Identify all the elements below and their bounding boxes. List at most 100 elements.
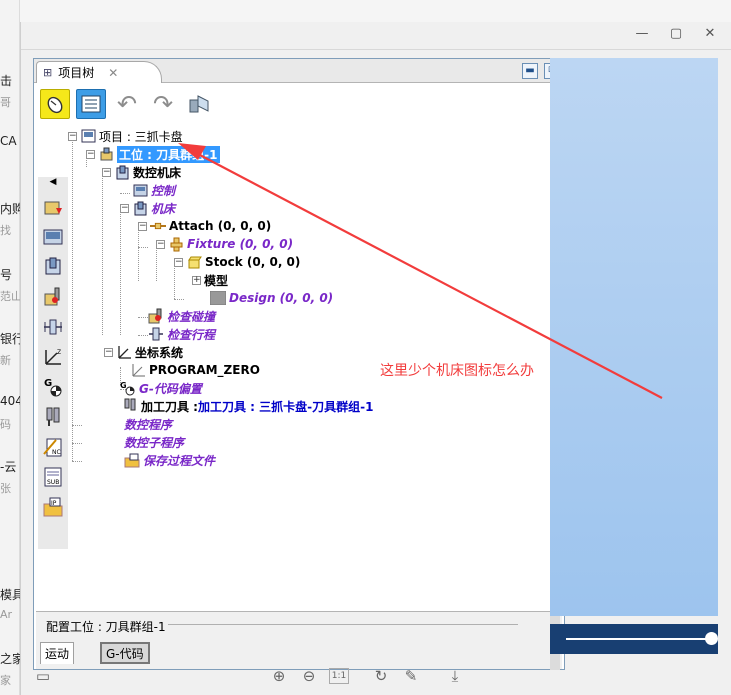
redo-icon[interactable]: ↷ (148, 89, 178, 119)
sub-icon[interactable]: SUB (40, 464, 66, 490)
bg-fragment-sub: 码 (0, 418, 11, 431)
bg-fragment: -云 (0, 460, 17, 474)
tree-node-collision-check[interactable]: 检查碰撞 (148, 307, 215, 325)
tree-node-control[interactable]: 控制 (132, 181, 175, 199)
tool-icon (122, 398, 138, 414)
ip-icon[interactable]: IP (40, 494, 66, 520)
panel-tab-bar: ⊞ 项目树 ✕ ▬ ⧉ (34, 59, 564, 83)
collapse-toggle[interactable]: − (102, 167, 111, 177)
tree-node-travel-check[interactable]: 检查行程 (148, 325, 215, 343)
tree-node-save-process[interactable]: 保存过程文件 (124, 451, 215, 469)
tree-label: 保存过程文件 (143, 453, 216, 468)
svg-text:Z: Z (57, 349, 61, 356)
viewer-toolbar: ▭ ⊕ ⊖ 1:1 ↻ ✎ ⤓ (21, 658, 731, 695)
tree-label: Design (0, 0, 0) (229, 291, 334, 305)
machine-icon[interactable] (40, 254, 66, 280)
tool-view-icon[interactable] (184, 89, 214, 119)
zoom-in-icon[interactable]: ⊕ (269, 666, 289, 686)
tree-toolbar: ↶ ↷ (40, 87, 214, 121)
slider-track[interactable] (566, 638, 710, 640)
gcode-icon[interactable]: G (40, 374, 66, 400)
tree-node-design[interactable]: Design (0, 0, 0) (210, 289, 333, 307)
tree-label: 机床 (151, 201, 176, 216)
mouse-icon[interactable] (40, 89, 70, 119)
collapse-toggle[interactable]: − (120, 203, 129, 213)
bg-fragment-sub: 找 (0, 224, 11, 237)
svg-text:NC: NC (52, 449, 61, 456)
zoom-out-icon[interactable]: ⊖ (299, 666, 319, 686)
collapse-toggle[interactable]: − (104, 347, 113, 357)
gcode-icon: G (120, 380, 136, 396)
station-icon (98, 146, 114, 162)
undo-icon[interactable]: ↶ (112, 89, 142, 119)
minimize-panel-button[interactable]: ▬ (522, 63, 538, 79)
maximize-button[interactable]: ▢ (669, 26, 683, 41)
tree-label: 加工刀具 : 三抓卡盘-刀具群组-1 (197, 399, 374, 414)
tree-node-project[interactable]: − 项目 : 三抓卡盘 (68, 127, 183, 145)
divider (168, 624, 518, 625)
station-icon[interactable] (40, 194, 66, 220)
rotate-icon[interactable]: ↻ (371, 666, 391, 686)
tree-label: 检查行程 (167, 327, 216, 342)
coord-icon (116, 344, 132, 360)
close-button[interactable]: ✕ (703, 26, 717, 41)
bg-fragment-sub: 范山 (0, 290, 22, 303)
tree-node-fixture[interactable]: − Fixture (0, 0, 0) (156, 235, 293, 253)
tree-label: 模型 (204, 273, 229, 288)
image-viewer-window: — ▢ ✕ ⊞ 项目树 ✕ ▬ ⧉ ↶ ↷ (20, 22, 731, 695)
tab-title: 项目树 (58, 66, 95, 80)
background-browser-top (20, 0, 731, 22)
tree-node-attach[interactable]: − Attach (0, 0, 0) (138, 217, 271, 235)
list-icon[interactable] (76, 89, 106, 119)
bg-fragment-sub: 张 (0, 482, 11, 495)
bg-fragment-sub: 家 (0, 674, 11, 687)
tree-node-nc-program[interactable]: 数控程序 (124, 415, 172, 433)
tool-icon[interactable] (40, 404, 66, 430)
bg-fragment-sub: 哥 (0, 96, 11, 109)
nc-program-icon[interactable]: NC (40, 434, 66, 460)
bg-fragment: 击 (0, 74, 13, 88)
download-icon[interactable]: ⤓ (445, 666, 465, 686)
svg-text:G: G (120, 381, 127, 390)
tree-node-model[interactable]: + 模型 (192, 271, 228, 289)
tree-label: 坐标系统 (135, 345, 184, 360)
tree-label: Attach (0, 0, 0) (169, 219, 272, 233)
tree-node-stock[interactable]: − Stock (0, 0, 0) (174, 253, 300, 271)
tree-node-coord-system[interactable]: − 坐标系统 (104, 343, 183, 361)
collapse-toggle[interactable]: − (156, 239, 165, 249)
graphics-viewport[interactable] (550, 58, 718, 616)
tree-node-gcode-offset[interactable]: G G-代码偏置 (120, 379, 202, 397)
collapse-toggle[interactable]: − (174, 257, 183, 267)
tree-label: 数控程序 (124, 417, 173, 432)
tree-node-station[interactable]: − 工位 : 刀具群组-1 (86, 145, 220, 163)
tree-label: 检查碰撞 (167, 309, 216, 324)
tree-label-selected: 工位 : 刀具群组-1 (117, 145, 220, 163)
svg-text:G: G (44, 378, 52, 389)
tree-node-program-zero[interactable]: PROGRAM_ZERO (130, 361, 260, 379)
thumbnail-icon[interactable]: ▭ (33, 666, 53, 686)
collapse-toggle[interactable]: − (86, 149, 95, 159)
side-icon-column: ◀ Z G NC SUB IP (38, 177, 68, 549)
close-tab-icon[interactable]: ✕ (108, 66, 118, 80)
tree-node-nc-subprogram[interactable]: 数控子程序 (124, 433, 184, 451)
tree-label-prefix: 加工刀具 : (141, 399, 198, 414)
tree-node-cnc-machine[interactable]: − 数控机床 (102, 163, 181, 181)
ip-icon (124, 452, 140, 468)
slider-knob[interactable] (705, 632, 718, 645)
collapse-toggle[interactable]: − (138, 221, 147, 231)
config-station-label: 配置工位 : 刀具群组-1 (46, 620, 166, 634)
tab-project-tree[interactable]: ⊞ 项目树 ✕ (36, 61, 162, 83)
tree-node-machine[interactable]: − 机床 (120, 199, 175, 217)
expand-toggle[interactable]: + (192, 275, 201, 285)
collapse-toggle[interactable]: − (68, 131, 77, 141)
edit-icon[interactable]: ✎ (401, 666, 421, 686)
control-icon[interactable] (40, 224, 66, 250)
travel-icon[interactable] (40, 314, 66, 340)
bg-fragment-sub: 新 (0, 354, 11, 367)
minimize-button[interactable]: — (635, 26, 649, 41)
collision-icon[interactable] (40, 284, 66, 310)
actual-size-icon[interactable]: 1:1 (329, 668, 349, 684)
tree-node-tooling[interactable]: 加工刀具 : 加工刀具 : 三抓卡盘-刀具群组-1 (122, 397, 373, 415)
collapse-arrow-icon[interactable]: ◀ (38, 177, 68, 191)
coord-icon[interactable]: Z (40, 344, 66, 370)
